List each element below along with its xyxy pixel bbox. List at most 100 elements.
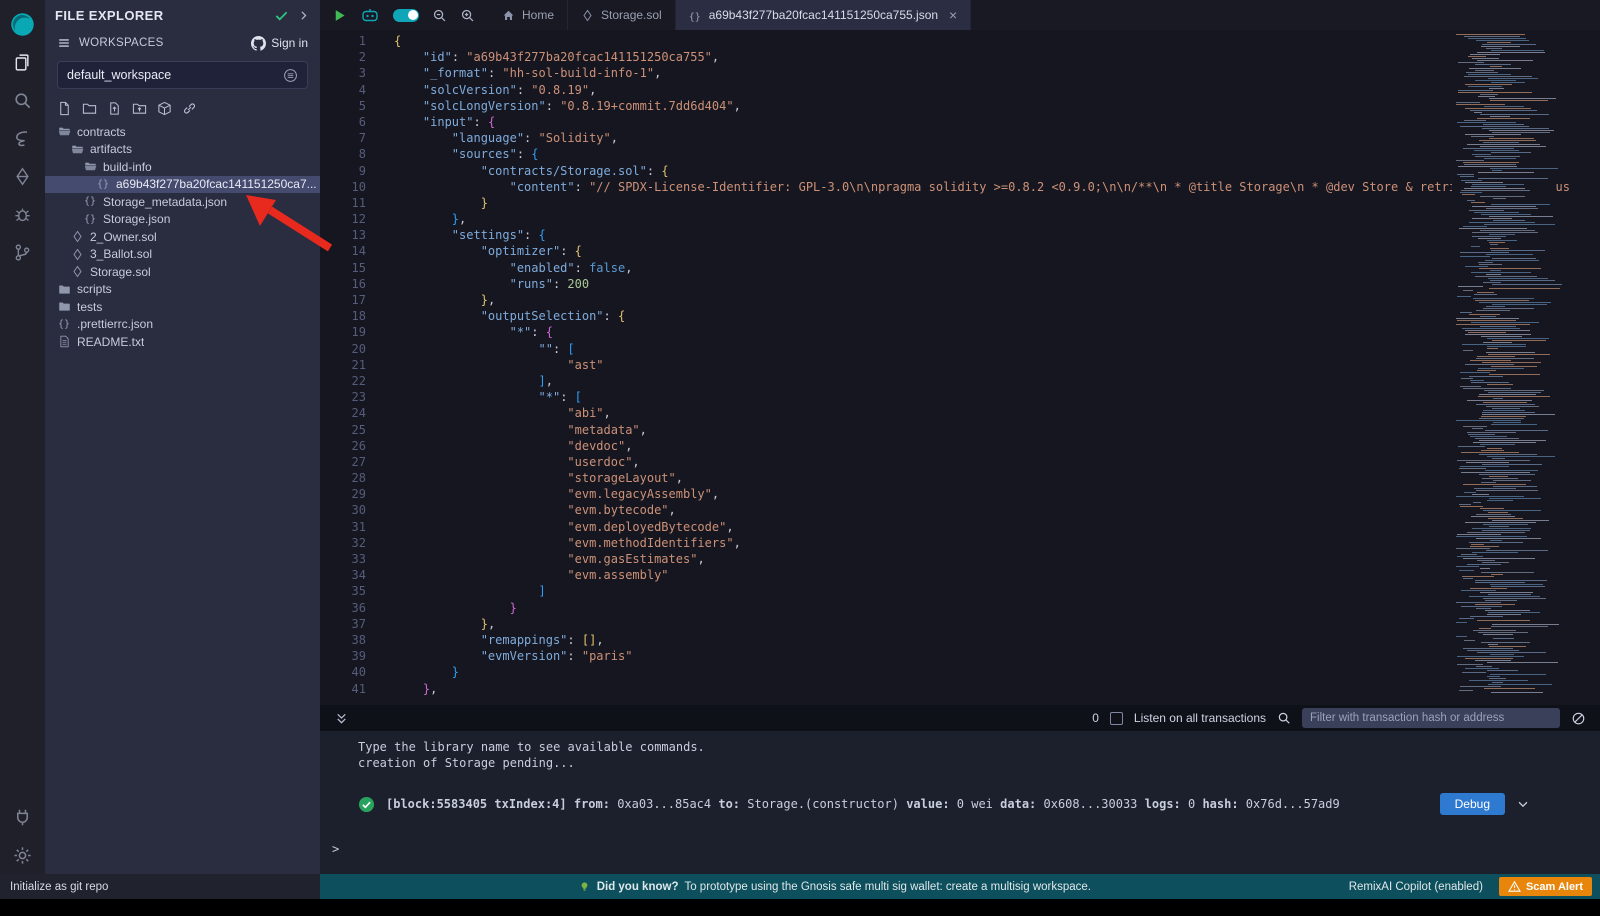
terminal[interactable]: Type the library name to see available c… <box>320 731 1600 874</box>
code-line[interactable]: "solcLongVersion": "0.8.19+commit.7dd6d4… <box>394 98 1600 114</box>
tree-item-a69b43f277ba20fcac141151250ca7-[interactable]: {}a69b43f277ba20fcac141151250ca7... <box>45 176 320 194</box>
code-line[interactable]: "contracts/Storage.sol": { <box>394 163 1600 179</box>
tree-item-storage-metadata-json[interactable]: {}Storage_metadata.json <box>45 193 320 211</box>
code-line[interactable]: "solcVersion": "0.8.19", <box>394 82 1600 98</box>
code-line[interactable]: }, <box>394 681 1600 697</box>
code-editor[interactable]: 1234567891011121314151617181920212223242… <box>320 30 1600 705</box>
code-line[interactable]: "input": { <box>394 114 1600 130</box>
code-line[interactable]: "runs": 200 <box>394 276 1600 292</box>
filter-input[interactable] <box>1302 708 1560 728</box>
code-line[interactable]: "abi", <box>394 405 1600 421</box>
code-line[interactable]: ] <box>394 583 1600 599</box>
rail-deploy-run[interactable] <box>0 157 45 195</box>
search-icon[interactable] <box>1277 711 1291 725</box>
debug-button[interactable]: Debug <box>1440 793 1505 815</box>
zoom-out-icon[interactable] <box>432 8 447 23</box>
tree-item-build-info[interactable]: build-info <box>45 158 320 176</box>
chevron-right-icon[interactable] <box>297 9 310 22</box>
code-line[interactable]: "optimizer": { <box>394 243 1600 259</box>
tab-home[interactable]: Home <box>489 0 568 30</box>
tree-item-storage-sol[interactable]: Storage.sol <box>45 263 320 281</box>
tree-item--prettierrc-json[interactable]: {}.prettierrc.json <box>45 316 320 334</box>
code-line[interactable]: "sources": { <box>394 146 1600 162</box>
clear-console-icon[interactable] <box>1571 711 1586 726</box>
rail-plugin-manager[interactable] <box>0 798 45 836</box>
code-line[interactable]: "evmVersion": "paris" <box>394 648 1600 664</box>
code-line[interactable]: "content": "// SPDX-License-Identifier: … <box>394 179 1600 195</box>
tree-item-artifacts[interactable]: artifacts <box>45 141 320 159</box>
tree-item-contracts[interactable]: contracts <box>45 123 320 141</box>
upload-folder-icon[interactable] <box>132 101 147 116</box>
code-line[interactable]: "enabled": false, <box>394 260 1600 276</box>
code-line[interactable]: "devdoc", <box>394 438 1600 454</box>
code-line[interactable]: "*": { <box>394 324 1600 340</box>
code-line[interactable]: "metadata", <box>394 422 1600 438</box>
code-line[interactable]: "language": "Solidity", <box>394 130 1600 146</box>
tree-item-3-ballot-sol[interactable]: 3_Ballot.sol <box>45 246 320 264</box>
rail-remix-logo[interactable] <box>0 5 45 43</box>
code-line[interactable]: "evm.gasEstimates", <box>394 551 1600 567</box>
code-line[interactable]: "outputSelection": { <box>394 308 1600 324</box>
code-line[interactable]: "*": [ <box>394 389 1600 405</box>
rail-compiler[interactable] <box>0 119 45 157</box>
code-line[interactable]: "_format": "hh-sol-build-info-1", <box>394 65 1600 81</box>
minimap[interactable] <box>1452 30 1562 705</box>
code-line[interactable]: "storageLayout", <box>394 470 1600 486</box>
ai-assistant-icon[interactable] <box>360 7 380 23</box>
tree-item-readme-txt[interactable]: README.txt <box>45 333 320 351</box>
workspace-options-icon[interactable] <box>283 68 298 83</box>
workspace-select[interactable]: default_workspace <box>57 61 308 89</box>
code-line[interactable]: }, <box>394 211 1600 227</box>
code-line[interactable]: "evm.assembly" <box>394 567 1600 583</box>
zoom-in-icon[interactable] <box>460 8 475 23</box>
code-line[interactable]: "id": "a69b43f277ba20fcac141151250ca755"… <box>394 49 1600 65</box>
new-file-icon[interactable] <box>57 101 72 116</box>
tree-item-2-owner-sol[interactable]: 2_Owner.sol <box>45 228 320 246</box>
code-line[interactable]: } <box>394 600 1600 616</box>
terminal-prompt[interactable]: > <box>332 841 1600 857</box>
transaction-row[interactable]: [block:5583405 txIndex:4] from: 0xa03...… <box>358 793 1600 815</box>
template-box-icon[interactable] <box>157 101 172 116</box>
code-line[interactable]: "ast" <box>394 357 1600 373</box>
rail-git[interactable] <box>0 233 45 271</box>
listen-label[interactable]: Listen on all transactions <box>1134 711 1266 725</box>
close-tab-icon[interactable]: × <box>949 7 957 23</box>
rail-search[interactable] <box>0 81 45 119</box>
new-folder-icon[interactable] <box>82 101 97 116</box>
code-line[interactable]: "evm.methodIdentifiers", <box>394 535 1600 551</box>
tree-item-storage-json[interactable]: {}Storage.json <box>45 211 320 229</box>
code-line[interactable]: "userdoc", <box>394 454 1600 470</box>
code-line[interactable]: } <box>394 664 1600 680</box>
upload-file-icon[interactable] <box>107 101 122 116</box>
expand-terminal-icon[interactable] <box>334 711 349 726</box>
rail-settings[interactable] <box>0 836 45 874</box>
listen-checkbox[interactable] <box>1110 712 1123 725</box>
rail-file-explorer[interactable] <box>0 43 45 81</box>
link-icon[interactable] <box>182 101 197 116</box>
run-script-icon[interactable] <box>332 8 347 23</box>
code-line[interactable]: } <box>394 195 1600 211</box>
code-line[interactable]: }, <box>394 616 1600 632</box>
code-line[interactable]: { <box>394 33 1600 49</box>
copilot-toggle[interactable] <box>393 9 419 22</box>
hamburger-menu-icon[interactable] <box>57 36 71 50</box>
rail-debugger[interactable] <box>0 195 45 233</box>
code-line[interactable]: "": [ <box>394 341 1600 357</box>
code-line[interactable]: ], <box>394 373 1600 389</box>
copilot-status[interactable]: RemixAI Copilot (enabled) <box>1349 881 1483 893</box>
code-line[interactable]: "evm.bytecode", <box>394 502 1600 518</box>
tab-a69b43f277ba20fcac141151250ca755-json[interactable]: {}a69b43f277ba20fcac141151250ca755.json× <box>676 0 972 30</box>
code-line[interactable]: "evm.deployedBytecode", <box>394 519 1600 535</box>
code-line[interactable]: }, <box>394 292 1600 308</box>
expand-tx-icon[interactable] <box>1516 797 1530 811</box>
scam-alert-badge[interactable]: Scam Alert <box>1499 877 1592 896</box>
code-line[interactable]: "remappings": [], <box>394 632 1600 648</box>
tab-storage-sol[interactable]: Storage.sol <box>568 0 676 30</box>
code-line[interactable]: "evm.legacyAssembly", <box>394 486 1600 502</box>
tree-item-scripts[interactable]: scripts <box>45 281 320 299</box>
sign-in-button[interactable]: Sign in <box>251 36 308 51</box>
code-line[interactable]: "settings": { <box>394 227 1600 243</box>
workspaces-label: WORKSPACES <box>79 37 164 49</box>
tree-item-tests[interactable]: tests <box>45 298 320 316</box>
git-init-button[interactable]: Initialize as git repo <box>0 874 320 899</box>
